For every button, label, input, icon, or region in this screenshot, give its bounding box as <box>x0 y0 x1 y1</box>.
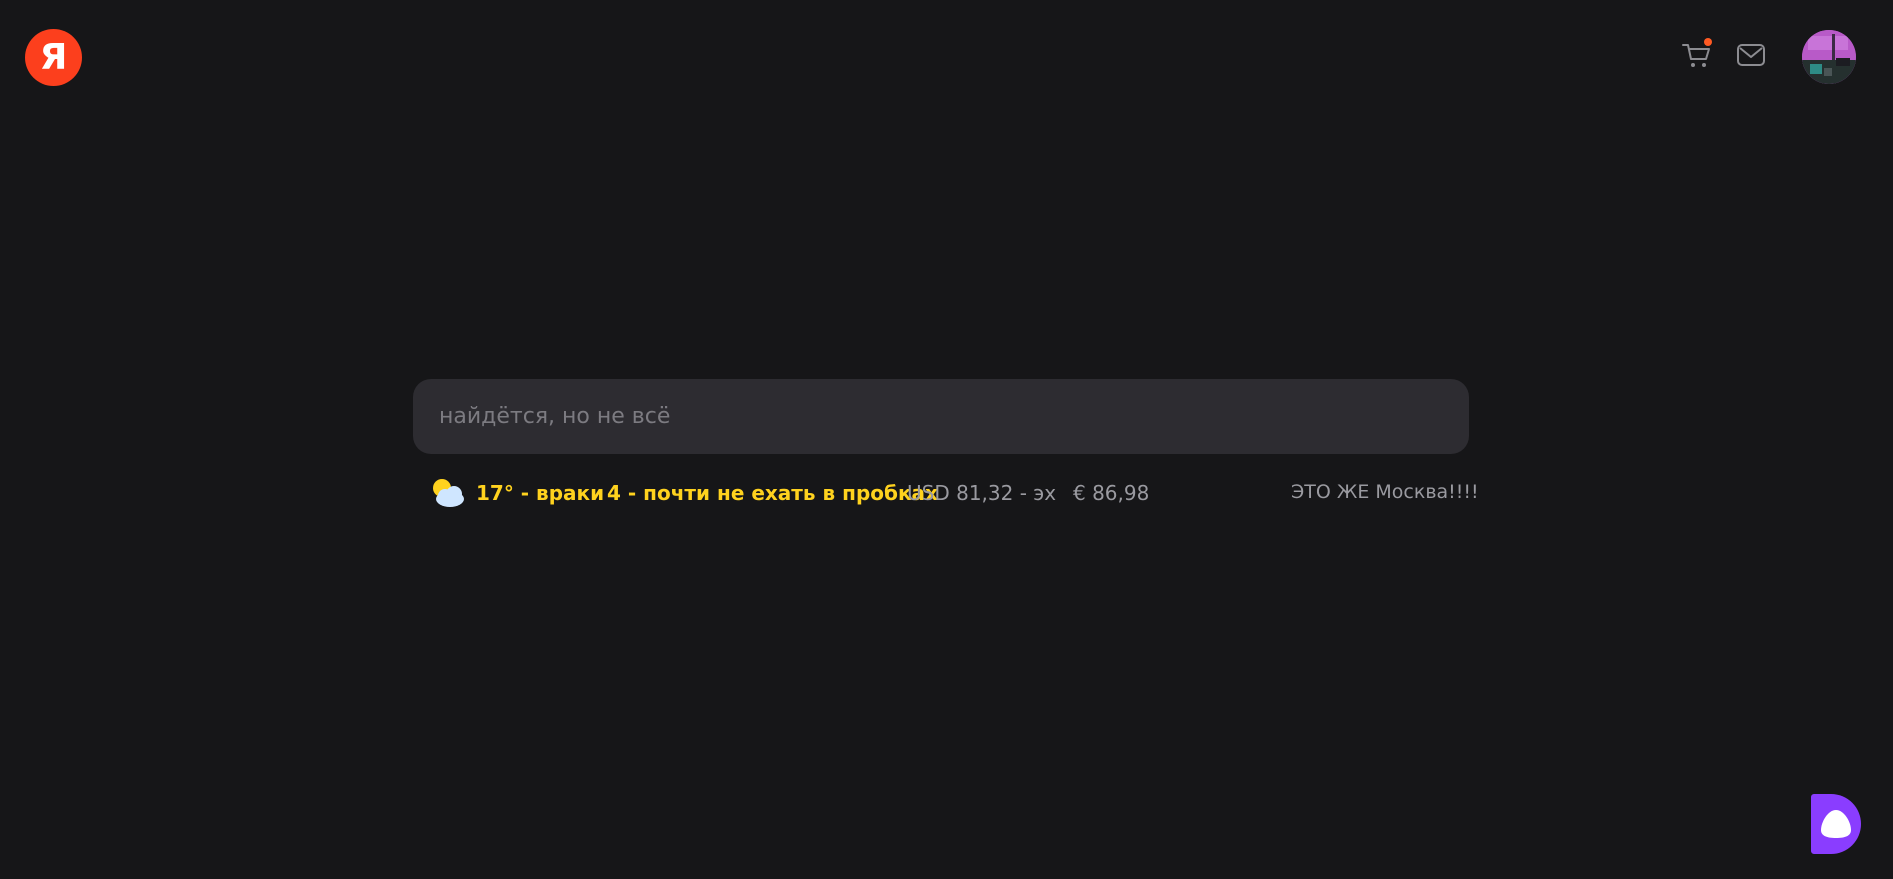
traffic-link[interactable]: 4 - почти не ехать в пробках <box>607 481 938 505</box>
search-input[interactable] <box>437 378 1445 455</box>
yandex-home-page: Я найдётся, но не всё 17° - враки 4 - по… <box>0 0 1893 879</box>
mail-button[interactable] <box>1736 43 1766 67</box>
search-box[interactable] <box>413 378 1469 455</box>
avatar-image <box>1802 30 1856 84</box>
cart-notification-badge <box>1704 38 1712 46</box>
user-avatar[interactable] <box>1802 30 1856 84</box>
partly-cloudy-icon[interactable] <box>428 476 466 510</box>
usd-rate-link[interactable]: USD 81,32 - эх <box>907 481 1056 505</box>
logo-letter: Я <box>39 37 68 78</box>
alice-button[interactable] <box>1811 794 1861 854</box>
cart-button[interactable] <box>1681 38 1713 71</box>
alice-assistant-icon <box>1821 810 1851 838</box>
yandex-logo[interactable]: Я <box>25 29 82 86</box>
city-link[interactable]: ЭТО ЖЕ Москва!!!! <box>1291 481 1479 503</box>
info-widgets-row: 17° - враки 4 - почти не ехать в пробках… <box>428 473 1479 513</box>
weather-link[interactable]: 17° - враки <box>476 481 604 505</box>
eur-rate-link[interactable]: € 86,98 <box>1073 481 1149 505</box>
mail-icon <box>1737 44 1765 66</box>
